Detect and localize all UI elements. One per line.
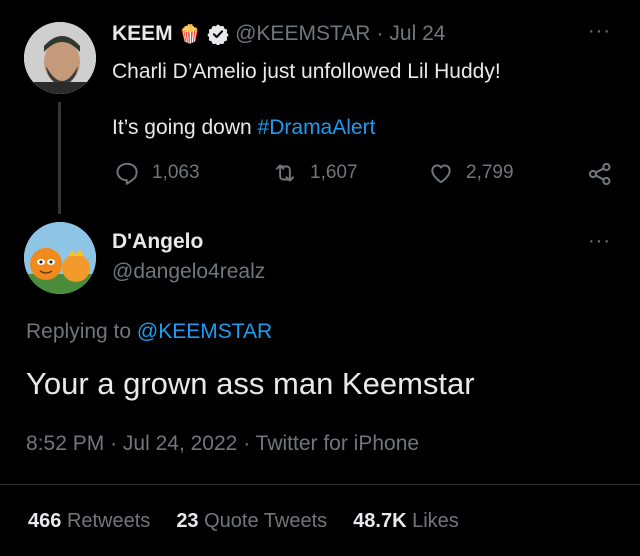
like-count: 2,799 — [466, 162, 514, 183]
likes-total: 48.7K — [353, 510, 407, 532]
heart-icon — [428, 160, 454, 186]
retweets-stat[interactable]: 466 Retweets — [28, 510, 150, 533]
meta-dot-2: · — [243, 432, 251, 455]
share-icon[interactable] — [586, 160, 614, 188]
retweets-label: Retweets — [66, 510, 151, 532]
retweets-total: 466 — [28, 510, 62, 532]
meta-dot-1: · — [110, 432, 118, 455]
divider — [0, 484, 640, 485]
reply-count: 1,063 — [152, 162, 200, 183]
engagement-stats: 466 Retweets 23 Quote Tweets 48.7K Likes — [28, 510, 459, 533]
parent-text-line2: It’s going down #DramaAlert — [112, 116, 375, 140]
parent-date[interactable]: Jul 24 — [389, 22, 445, 46]
popcorn-emoji: 🍿 — [178, 23, 202, 44]
quotes-total: 23 — [176, 510, 199, 532]
parent-text-prefix: It’s going down — [112, 116, 258, 139]
verified-badge-icon — [207, 23, 229, 45]
parent-text-line1: Charli D’Amelio just unfollowed Lil Hudd… — [112, 60, 501, 83]
reply-more-icon[interactable]: ··· — [588, 230, 611, 253]
quotes-stat[interactable]: 23 Quote Tweets — [176, 510, 327, 533]
avatar-dangelo[interactable] — [24, 222, 96, 294]
tweet-meta: 8:52 PM · Jul 24, 2022 · Twitter for iPh… — [26, 432, 419, 456]
quotes-label: Quote Tweets — [204, 510, 328, 532]
retweet-icon — [272, 160, 298, 186]
reply-handle[interactable]: @dangelo4realz — [112, 260, 265, 284]
retweet-action[interactable]: 1,607 — [272, 160, 358, 186]
tweet-time[interactable]: 8:52 PM — [26, 432, 104, 455]
parent-handle[interactable]: @KEEMSTAR — [235, 22, 370, 46]
like-action[interactable]: 2,799 — [428, 160, 514, 186]
parent-more-icon[interactable]: ··· — [588, 20, 611, 43]
replying-to-link[interactable]: @KEEMSTAR — [137, 320, 272, 343]
parent-header: KEEM 🍿 @KEEMSTAR · Jul 24 — [112, 22, 445, 46]
retweet-count: 1,607 — [310, 162, 358, 183]
parent-display-name[interactable]: KEEM — [112, 22, 173, 46]
likes-stat[interactable]: 48.7K Likes — [353, 510, 459, 533]
header-separator: · — [376, 22, 384, 45]
reply-action[interactable]: 1,063 — [114, 160, 200, 186]
reply-icon — [114, 160, 140, 186]
thread-line — [58, 102, 61, 214]
tweet-source[interactable]: Twitter for iPhone — [256, 432, 419, 455]
tweet-date[interactable]: Jul 24, 2022 — [123, 432, 237, 455]
likes-label: Likes — [412, 510, 459, 532]
replying-prefix: Replying to — [26, 320, 137, 343]
hashtag-link[interactable]: #DramaAlert — [258, 116, 376, 139]
replying-to: Replying to @KEEMSTAR — [26, 320, 272, 344]
avatar-keem[interactable] — [24, 22, 96, 94]
reply-text: Your a grown ass man Keemstar — [26, 366, 475, 401]
reply-display-name[interactable]: D'Angelo — [112, 230, 203, 254]
